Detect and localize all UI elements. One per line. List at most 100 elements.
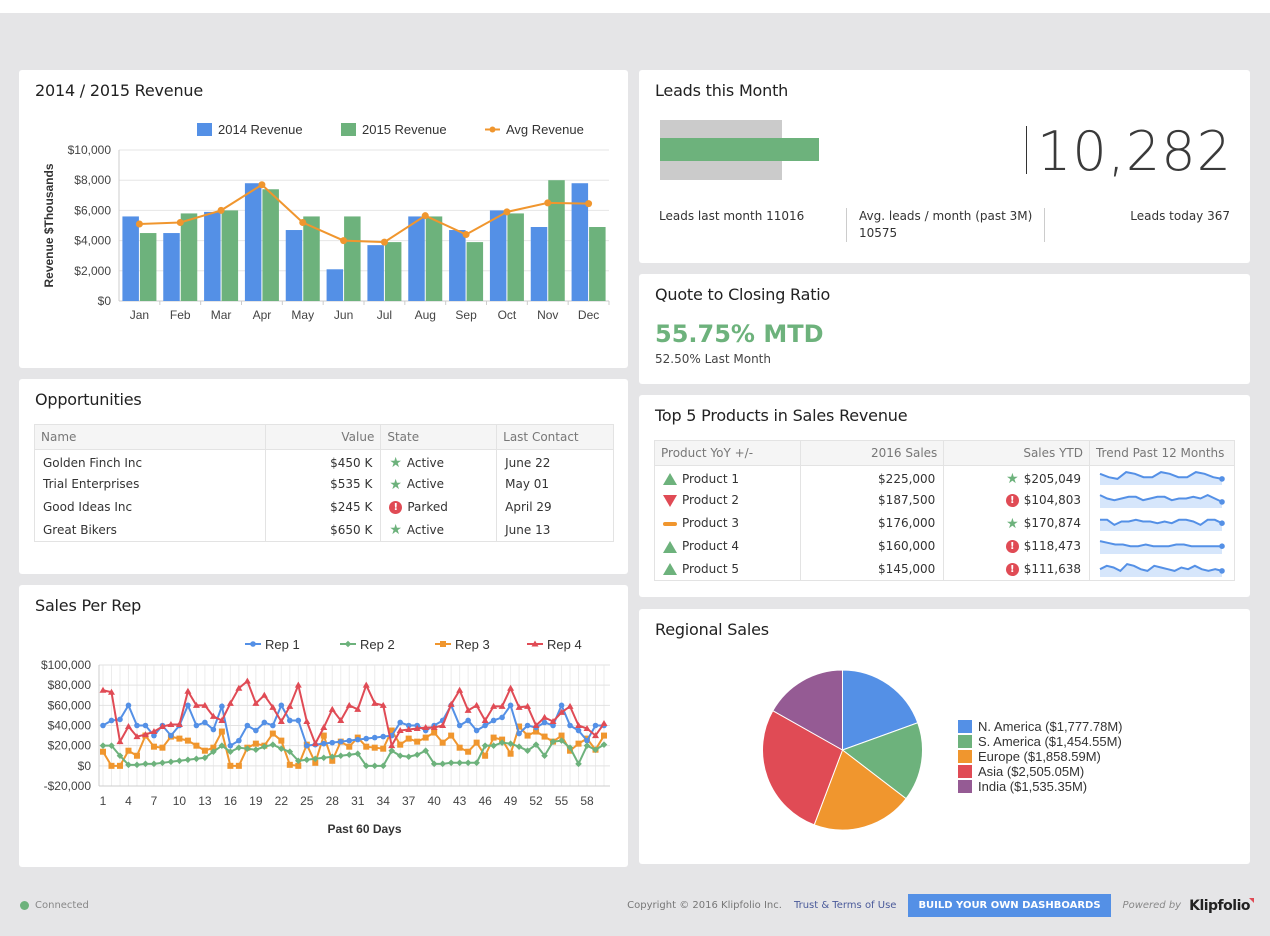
- regional-card: Regional Sales N. America ($1,777.78M) S.…: [639, 609, 1250, 864]
- footer: Copyright © 2016 Klipfolio Inc. Trust & …: [627, 894, 1254, 917]
- legend-label: Rep 3: [455, 637, 490, 652]
- product-name-cell: Product 5: [654, 557, 801, 581]
- table-row[interactable]: Product 2 $187,500! $104,803: [654, 488, 1236, 512]
- bar-2014: [122, 216, 139, 301]
- data-point: [320, 724, 328, 731]
- alert-icon: !: [1005, 540, 1019, 553]
- legend-marker: [440, 641, 446, 647]
- data-point: [269, 741, 277, 748]
- quote-ratio-value: 55.75% MTD: [655, 320, 824, 348]
- leads-value: 10,282: [1037, 120, 1232, 183]
- x-tick-label: 25: [300, 794, 314, 808]
- table-row[interactable]: Good Ideas Inc $245 K! Parked April 29: [34, 495, 614, 519]
- column-header-last-contact[interactable]: Last Contact: [496, 424, 614, 450]
- data-point: [575, 727, 582, 734]
- leads-today: Leads today 367: [1130, 209, 1230, 223]
- bar-2015: [139, 233, 157, 301]
- product-sales-ytd: ! $104,803: [943, 488, 1090, 512]
- table-row[interactable]: Great Bikers $650 K ★ Active June 13: [34, 518, 614, 542]
- brand-text: Klipfolio: [1189, 897, 1250, 914]
- x-tick-label: 49: [504, 794, 518, 808]
- data-point: [227, 742, 234, 749]
- quote-title: Quote to Closing Ratio: [655, 285, 831, 304]
- bar-2015: [466, 242, 484, 301]
- data-point: [108, 717, 115, 724]
- product-name-cell: Product 3: [654, 511, 801, 535]
- y-tick-label: $10,000: [68, 143, 112, 157]
- legend-avg-label: Avg Revenue: [506, 122, 584, 137]
- star-icon: ★: [1006, 515, 1019, 532]
- legend-swatch: [958, 750, 972, 763]
- data-point: [380, 733, 387, 740]
- product-2016-sales: $225,000: [799, 465, 945, 489]
- legend-label: Rep 2: [360, 637, 395, 652]
- column-header-sales-ytd[interactable]: Sales YTD: [943, 440, 1090, 466]
- data-point: [490, 717, 497, 724]
- data-point: [371, 762, 379, 770]
- x-tick-label: 40: [427, 794, 441, 808]
- legend-2015-swatch: [341, 123, 356, 136]
- klipfolio-logo[interactable]: Klipfolio: [1189, 897, 1254, 914]
- quote-card: Quote to Closing Ratio 55.75% MTD 52.50%…: [639, 274, 1250, 384]
- legend-item[interactable]: Europe ($1,858.59M): [958, 749, 1123, 764]
- table-row[interactable]: Trial Enterprises $535 K ★ Active May 01: [34, 472, 614, 496]
- table-row[interactable]: Product 5 $145,000! $111,638: [654, 557, 1236, 581]
- table-row[interactable]: Product 1 $225,000 ★ $205,049: [654, 465, 1236, 489]
- last-contact: April 29: [496, 495, 614, 519]
- leads-current-bar: [660, 138, 819, 161]
- table-row[interactable]: Golden Finch Inc $450 K ★ Active June 22: [34, 449, 614, 473]
- product-name: Product 3: [682, 516, 740, 530]
- sparkline-end-dot: [1219, 499, 1225, 505]
- products-title: Top 5 Products in Sales Revenue: [655, 406, 908, 425]
- x-tick-label: 46: [478, 794, 492, 808]
- column-header-2016-sales[interactable]: 2016 Sales: [799, 440, 945, 466]
- table-row[interactable]: Product 3 $176,000 ★ $170,874: [654, 511, 1236, 535]
- data-point: [448, 732, 455, 739]
- data-point: [490, 734, 497, 741]
- legend-item[interactable]: Asia ($2,505.05M): [958, 764, 1123, 779]
- column-header-product[interactable]: Product YoY +/-: [654, 440, 801, 466]
- legend-swatch: [958, 765, 972, 778]
- data-point: [507, 750, 514, 757]
- status-text: Connected: [35, 900, 89, 911]
- opportunity-state: ★ Active: [380, 518, 498, 542]
- legend-item[interactable]: S. America ($1,454.55M): [958, 734, 1123, 749]
- table-row[interactable]: Product 4 $160,000! $118,473: [654, 534, 1236, 558]
- product-sales-ytd: ! $118,473: [943, 534, 1090, 558]
- state-label: Active: [406, 522, 445, 537]
- data-point: [202, 719, 208, 726]
- legend-avg-marker: [489, 126, 496, 133]
- product-sales-ytd: ★ $170,874: [943, 511, 1090, 535]
- logo-mark-icon: [1249, 897, 1254, 903]
- column-header-value[interactable]: Value: [264, 424, 382, 450]
- data-point: [473, 739, 480, 746]
- sparkline-area: [1099, 541, 1222, 554]
- x-tick-label: 43: [453, 794, 467, 808]
- column-header-trend[interactable]: Trend Past 12 Months: [1088, 440, 1236, 466]
- connection-status: Connected: [20, 900, 89, 911]
- legend-item[interactable]: N. America ($1,777.78M): [958, 719, 1123, 734]
- data-point: [320, 740, 327, 747]
- data-point: [185, 702, 191, 709]
- data-point: [558, 702, 565, 709]
- legend-label: N. America ($1,777.78M): [978, 719, 1123, 734]
- bar-2015: [507, 213, 524, 301]
- opportunity-state: ★ Active: [380, 449, 498, 473]
- terms-link[interactable]: Trust & Terms of Use: [794, 900, 897, 911]
- data-point: [244, 722, 251, 729]
- alert-icon: !: [1005, 494, 1019, 507]
- data-point: [193, 722, 200, 729]
- data-point: [363, 743, 370, 750]
- legend-label: S. America ($1,454.55M): [978, 734, 1122, 749]
- column-header-name[interactable]: Name: [34, 424, 266, 450]
- avg-revenue-point: [503, 208, 511, 216]
- legend-item[interactable]: India ($1,535.35M): [958, 779, 1123, 794]
- build-dashboards-button[interactable]: BUILD YOUR OWN DASHBOARDS: [908, 894, 1111, 917]
- data-point: [465, 717, 471, 724]
- avg-revenue-point: [585, 200, 593, 208]
- legend-marker: [344, 640, 352, 648]
- data-point: [100, 722, 106, 729]
- column-header-state[interactable]: State: [380, 424, 498, 450]
- table-header-row: Product YoY +/- 2016 Sales Sales YTD Tre…: [654, 440, 1236, 466]
- data-point: [371, 744, 378, 751]
